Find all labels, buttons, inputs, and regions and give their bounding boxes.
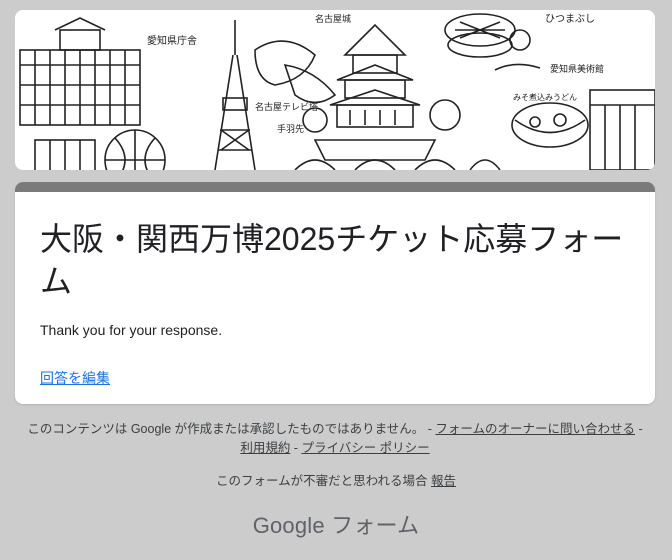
card-accent-bar (15, 182, 655, 192)
banner-label-hitsumabushi: ひつまぶし (545, 13, 595, 25)
banner-label-art-museum: 愛知県美術館 (550, 63, 604, 75)
report-abuse-link[interactable]: 報告 (431, 474, 456, 488)
google-wordmark: Google (252, 513, 325, 538)
nagoya-landmarks-illustration: 愛知県庁舎 名古屋城 ひつまぶし 愛知県美術館 名古屋テレビ塔 手羽先 みそ煮込… (19, 13, 655, 170)
contact-owner-link[interactable]: フォームのオーナーに問い合わせる (435, 422, 635, 436)
banner-label-castle: 名古屋城 (315, 13, 351, 25)
header-banner-image: 愛知県庁舎 名古屋城 ひつまぶし 愛知県美術館 名古屋テレビ塔 手羽先 みそ煮込… (15, 10, 655, 170)
google-forms-logo[interactable]: Google フォーム (0, 508, 672, 540)
report-prefix-text: このフォームが不審だと思われる場合 (216, 474, 431, 488)
forms-wordmark: フォーム (324, 513, 420, 538)
report-line: このフォームが不審だと思われる場合 報告 (0, 470, 672, 489)
banner-label-wings: 手羽先 (277, 123, 304, 135)
confirmation-card: 大阪・関西万博2025チケット応募フォーム Thank you for your… (15, 182, 655, 404)
banner-label-prefectural-office: 愛知県庁舎 (147, 34, 197, 47)
form-title: 大阪・関西万博2025チケット応募フォーム (40, 221, 624, 299)
disclaimer-text: このコンテンツは Google が作成または承認したものではありません。 (27, 422, 425, 436)
footer-separator: - (424, 422, 436, 436)
banner-label-miso-udon: みそ煮込みうどん (513, 92, 577, 102)
response-message: Thank you for your response. (40, 322, 223, 338)
edit-response-link[interactable]: 回答を編集 (40, 368, 110, 388)
footer-disclaimer: このコンテンツは Google が作成または承認したものではありません。 - フ… (20, 420, 650, 458)
terms-link[interactable]: 利用規約 (240, 441, 290, 455)
banner-label-tv-tower: 名古屋テレビ塔 (255, 101, 318, 113)
footer-separator: - (290, 441, 302, 455)
privacy-policy-link[interactable]: プライバシー ポリシー (301, 441, 429, 455)
footer-separator: - (635, 422, 643, 436)
